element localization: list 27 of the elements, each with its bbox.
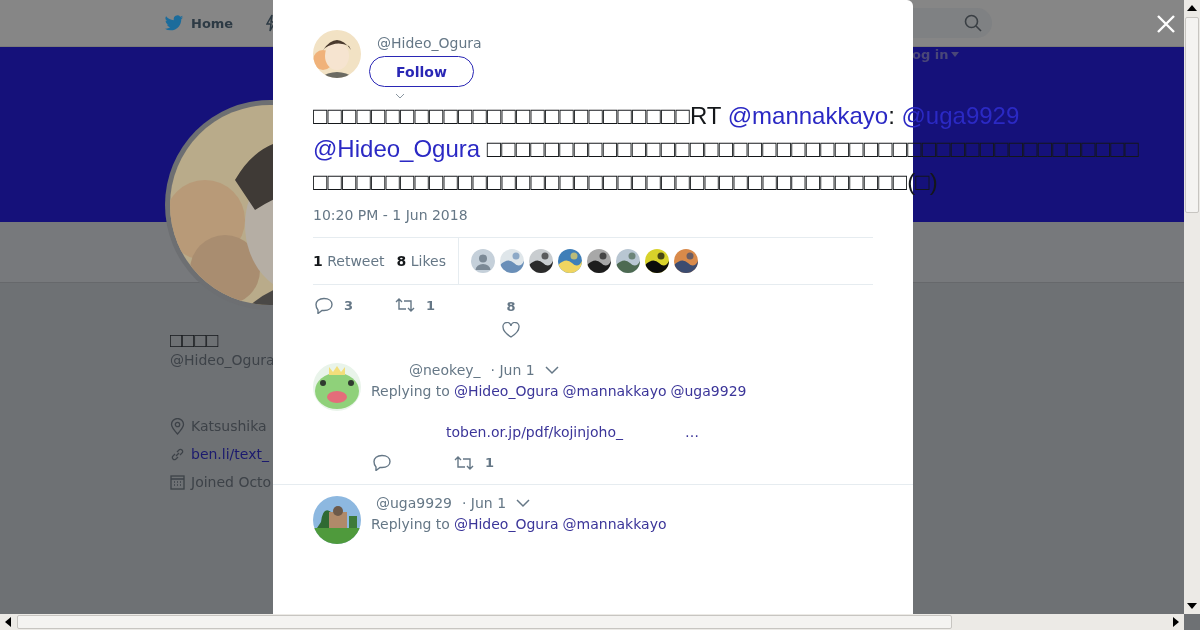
home-link[interactable]: Home: [164, 14, 234, 32]
mention-link[interactable]: @Hideo_Ogura: [313, 135, 481, 162]
reply-author-handle[interactable]: @neokey_: [409, 362, 481, 378]
like-count[interactable]: 8 Likes: [396, 253, 446, 269]
like-button[interactable]: 8: [502, 299, 520, 338]
follow-button[interactable]: Follow: [369, 56, 474, 87]
author-handle[interactable]: @Hideo_Ogura: [371, 35, 482, 51]
retweet-count[interactable]: 1 Retweet: [313, 253, 385, 269]
reply-button[interactable]: 3: [315, 297, 354, 314]
mention-link[interactable]: @mannakkayo: [727, 102, 889, 129]
retweet-button[interactable]: 1: [395, 297, 436, 313]
tweet-timestamp: 10:20 PM - 1 Jun 2018: [313, 207, 469, 223]
profile-name: □□□□: [170, 329, 219, 352]
retweet-button[interactable]: 1: [454, 454, 495, 471]
mention-link[interactable]: @Hideo_Ogura: [453, 383, 559, 399]
reply-date[interactable]: · Jun 1: [461, 495, 507, 511]
mention-link[interactable]: @mannakkayo: [562, 383, 667, 399]
mention-link[interactable]: @uga9929: [670, 383, 747, 399]
mention-link[interactable]: @Hideo_Ogura: [453, 516, 559, 532]
replying-to-label: Replying to: [371, 516, 450, 532]
profile-url[interactable]: ben.li/text_: [191, 446, 269, 462]
ellipsis-text: …: [685, 424, 699, 440]
reply-date[interactable]: · Jun 1: [490, 362, 535, 378]
reply-author-handle[interactable]: @uga9929: [376, 495, 452, 511]
mention-link[interactable]: @mannakkayo: [562, 516, 667, 532]
url-link[interactable]: toben.or.jp/pdf/kojinjoho_: [446, 424, 623, 440]
replying-to-label: Replying to: [371, 383, 450, 399]
